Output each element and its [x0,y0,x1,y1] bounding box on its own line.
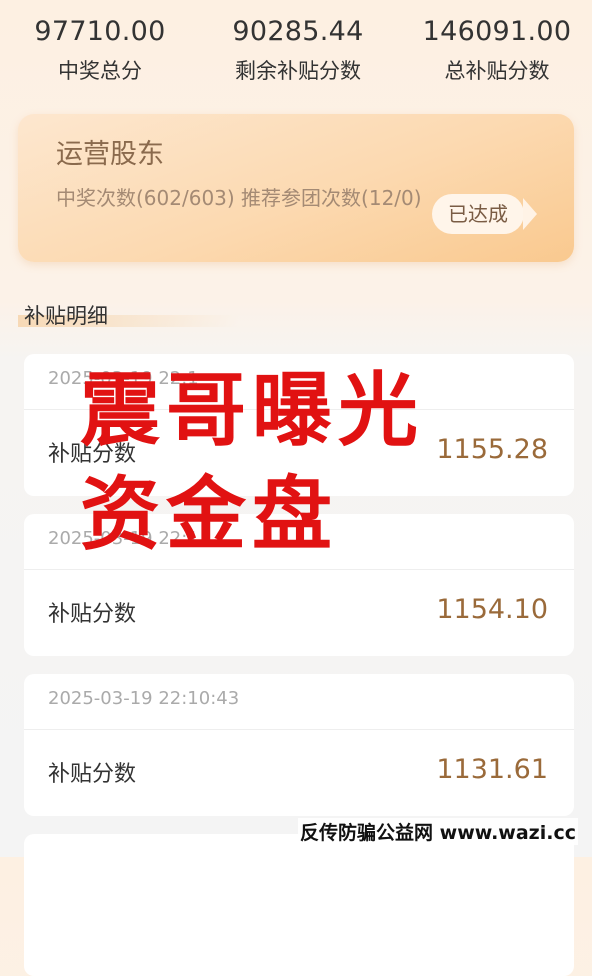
stat-value: 146091.00 [422,16,572,47]
divider [24,729,574,730]
stat-label: 中奖总分 [58,59,142,83]
record-time: 2025-03-19 22:10:43 [48,688,240,709]
record-label: 补贴分数 [48,602,137,627]
section-title: 补贴明细 [24,304,108,328]
stat-label: 总补贴分数 [444,59,550,83]
stat-value: 90285.44 [232,16,364,47]
card-description: 中奖次数(602/603) 推荐参团次数(12/0) [56,186,422,210]
overlay-text-line1: 震哥曝光 [80,364,424,457]
record-label: 补贴分数 [48,762,137,787]
achieved-badge[interactable]: 已达成 [432,194,524,234]
record-value: 1154.10 [436,594,548,625]
stat-label: 剩余补贴分数 [235,59,361,83]
stat-total-subsidy: 146091.00 总补贴分数 [397,14,592,88]
card-title: 运营股东 [56,139,164,170]
stat-remaining-subsidy: 90285.44 剩余补贴分数 [198,14,398,88]
list-item[interactable]: 2025-03-19 22:10:43 补贴分数 1131.61 [24,674,574,816]
operator-shareholder-card[interactable]: 运营股东 中奖次数(602/603) 推荐参团次数(12/0) 已达成 [18,114,574,262]
stat-value: 97710.00 [34,16,166,47]
stat-win-total: 97710.00 中奖总分 [0,14,200,88]
overlay-text-line2: 资金盘 [80,468,338,561]
divider [24,569,574,570]
record-value: 1155.28 [436,434,548,465]
stats-row: 97710.00 中奖总分 90285.44 剩余补贴分数 146091.00 … [0,14,592,94]
badge-arrow-icon [523,198,537,230]
list-item[interactable] [24,834,574,976]
watermark: 反传防骗公益网 www.wazi.cc [298,818,578,845]
record-value: 1131.61 [436,754,548,785]
